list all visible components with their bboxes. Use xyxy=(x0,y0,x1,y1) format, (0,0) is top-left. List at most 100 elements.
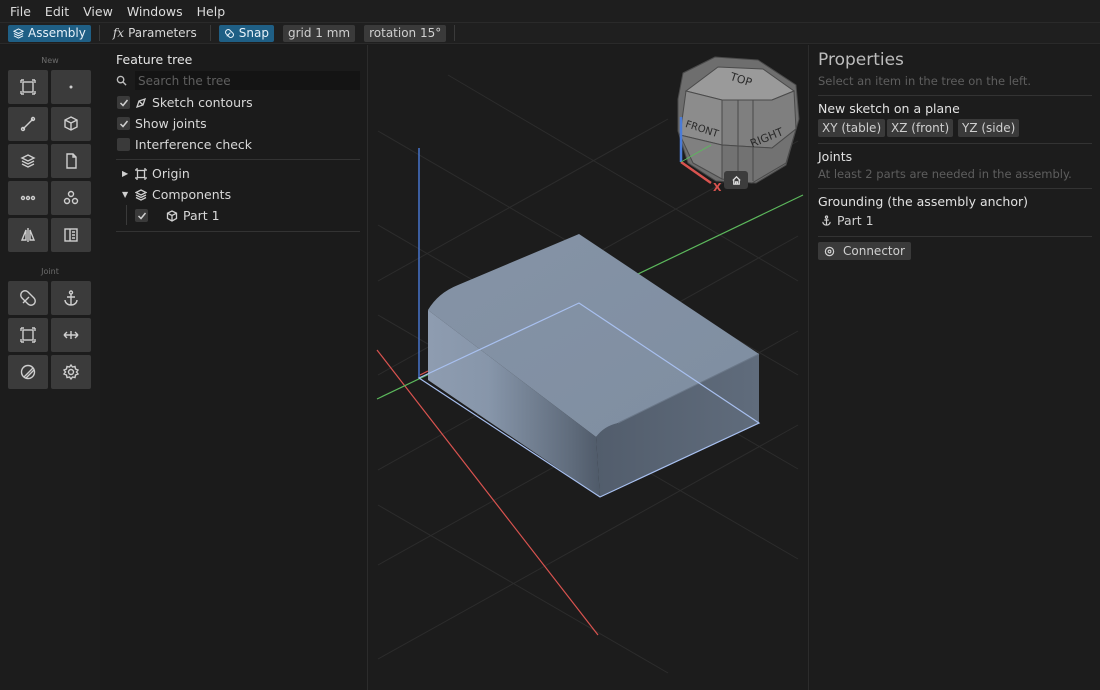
sketch-contours-label: Sketch contours xyxy=(152,95,253,110)
assembly-label: Assembly xyxy=(28,26,86,40)
show-joints-checkbox[interactable] xyxy=(117,117,130,130)
snap-button[interactable]: Snap xyxy=(218,24,274,42)
connector-icon xyxy=(824,246,835,256)
home-view-button[interactable] xyxy=(724,171,748,189)
select-tool-button[interactable] xyxy=(8,70,48,104)
select-box-icon xyxy=(20,79,36,95)
toolbar-separator xyxy=(98,25,100,41)
option-interference-check[interactable]: Interference check xyxy=(117,137,252,152)
joint-settings-button[interactable] xyxy=(51,355,91,389)
toolbar: Assembly fx Parameters Snap grid 1 mm ro… xyxy=(0,22,1100,44)
part-1-body[interactable] xyxy=(428,234,760,497)
tree-guide-line xyxy=(126,205,127,225)
anchor-icon xyxy=(822,215,831,226)
cube-icon xyxy=(166,209,178,222)
slider-joint-button[interactable] xyxy=(51,318,91,352)
magnet-joint-button[interactable] xyxy=(8,281,48,315)
fixed-joint-button[interactable] xyxy=(8,318,48,352)
line-tool-button[interactable] xyxy=(8,107,48,141)
rotation-step-label: rotation 15° xyxy=(369,26,442,40)
joints-note: At least 2 parts are needed in the assem… xyxy=(818,167,1072,181)
section-label-new: New xyxy=(41,56,59,65)
divider xyxy=(818,188,1092,189)
point-tool-button[interactable] xyxy=(51,70,91,104)
tree-item-origin[interactable]: ▶ Origin xyxy=(122,166,190,181)
divider xyxy=(818,143,1092,144)
point-icon xyxy=(69,85,73,89)
checkmark-icon xyxy=(137,212,146,220)
grounding-part-item[interactable]: Part 1 xyxy=(821,213,874,228)
menu-help[interactable]: Help xyxy=(197,4,226,19)
tree-search-input[interactable] xyxy=(135,71,360,90)
revolute-joint-button[interactable] xyxy=(8,355,48,389)
revolve-icon xyxy=(20,364,36,380)
caret-down-icon[interactable]: ▼ xyxy=(122,190,130,199)
components-label: Components xyxy=(152,187,232,202)
option-show-joints[interactable]: Show joints xyxy=(117,116,207,131)
origin-icon xyxy=(135,167,147,180)
home-icon xyxy=(731,175,741,185)
divider xyxy=(116,231,360,232)
connector-label: Connector xyxy=(843,244,905,258)
rotation-step-chip[interactable]: rotation 15° xyxy=(364,24,447,42)
grid-size-label: grid 1 mm xyxy=(287,26,351,40)
new-sketch-heading: New sketch on a plane xyxy=(818,101,960,116)
document-icon xyxy=(66,153,77,169)
divider xyxy=(116,159,360,160)
circles-icon xyxy=(63,190,79,205)
function-icon: fx xyxy=(112,26,125,40)
connector-button[interactable]: Connector xyxy=(818,242,911,260)
menu-file[interactable]: File xyxy=(10,4,31,19)
parameters-button[interactable]: fx Parameters xyxy=(108,25,202,42)
assembly-button[interactable]: Assembly xyxy=(8,24,91,42)
grounding-part-label: Part 1 xyxy=(837,213,874,228)
menu-windows[interactable]: Windows xyxy=(127,4,183,19)
option-sketch-contours[interactable]: Sketch contours xyxy=(117,95,253,110)
properties-subtitle: Select an item in the tree on the left. xyxy=(818,74,1032,88)
tree-item-part-1[interactable]: Part 1 xyxy=(135,208,220,223)
document-tool-button[interactable] xyxy=(51,144,91,178)
scene-canvas[interactable]: TOP FRONT RIGHT X xyxy=(368,45,809,690)
checkmark-icon xyxy=(119,99,128,107)
sketch-contours-checkbox[interactable] xyxy=(117,96,130,109)
search-icon xyxy=(116,75,127,86)
tree-item-components[interactable]: ▼ Components xyxy=(122,187,231,202)
toolbar-separator xyxy=(454,25,456,41)
box-tool-button[interactable] xyxy=(51,107,91,141)
show-joints-label: Show joints xyxy=(135,116,207,131)
menu-edit[interactable]: Edit xyxy=(45,4,69,19)
sketch-pen-icon xyxy=(135,97,147,108)
split-tool-button[interactable] xyxy=(51,218,91,252)
grid-size-chip[interactable]: grid 1 mm xyxy=(282,24,356,42)
joints-heading: Joints xyxy=(818,149,853,164)
plane-xy-button[interactable]: XY (table) xyxy=(818,119,886,137)
menu-view[interactable]: View xyxy=(83,4,113,19)
anchor-joint-button[interactable] xyxy=(51,281,91,315)
3d-viewport[interactable]: TOP FRONT RIGHT X xyxy=(367,45,809,690)
circular-pattern-tool-button[interactable] xyxy=(51,181,91,215)
caret-right-icon[interactable]: ▶ xyxy=(122,169,130,178)
magnet-icon xyxy=(20,290,36,306)
plane-xz-button[interactable]: XZ (front) xyxy=(887,119,954,137)
part-visibility-checkbox[interactable] xyxy=(135,209,148,222)
divider xyxy=(818,236,1092,237)
dots-icon xyxy=(20,195,36,201)
mirror-tool-button[interactable] xyxy=(8,218,48,252)
horizontal-arrows-icon xyxy=(63,331,79,339)
layers-tool-button[interactable] xyxy=(8,144,48,178)
origin-label: Origin xyxy=(152,166,190,181)
properties-panel: Properties Select an item in the tree on… xyxy=(810,45,1100,690)
layers-icon xyxy=(20,154,36,168)
layers-icon xyxy=(13,27,24,39)
divider xyxy=(818,95,1092,96)
parameters-label: Parameters xyxy=(128,26,197,40)
mirror-icon xyxy=(20,228,36,242)
tool-palette: New Joint xyxy=(0,45,100,690)
magnet-icon xyxy=(224,28,234,38)
interference-check-checkbox[interactable] xyxy=(117,138,130,151)
plane-yz-button[interactable]: YZ (side) xyxy=(958,119,1020,137)
pattern-tool-button[interactable] xyxy=(8,181,48,215)
gear-icon xyxy=(62,363,80,381)
toolbar-separator xyxy=(209,25,211,41)
anchor-icon xyxy=(64,290,78,306)
